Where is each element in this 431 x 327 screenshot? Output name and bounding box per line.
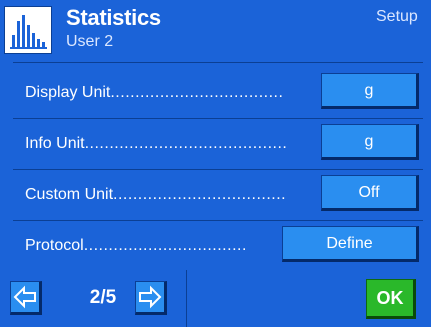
statistics-setup-screen: Statistics User 2 Setup Display Unit....… — [0, 0, 431, 327]
setting-row-info-unit: Info Unit...............................… — [0, 119, 431, 170]
custom-unit-button[interactable]: Off — [321, 175, 419, 211]
header-bar: Statistics User 2 Setup — [0, 0, 431, 60]
arrow-right-icon — [139, 285, 162, 309]
next-page-button[interactable] — [135, 281, 167, 315]
setup-label: Setup — [376, 8, 418, 25]
setting-row-display-unit: Display Unit............................… — [0, 68, 431, 119]
footer-divider — [186, 270, 187, 327]
previous-page-button[interactable] — [10, 281, 42, 315]
user-label: User 2 — [66, 33, 114, 50]
arrow-left-icon — [13, 285, 36, 309]
divider — [13, 62, 423, 63]
settings-list: Display Unit............................… — [0, 60, 431, 270]
page-indicator: 2/5 — [89, 287, 117, 308]
setting-row-custom-unit: Custom Unit.............................… — [0, 170, 431, 221]
setting-label: Display Unit............................… — [25, 84, 284, 101]
display-unit-button[interactable]: g — [321, 73, 419, 109]
setting-label: Protocol................................… — [25, 237, 247, 254]
page-title: Statistics — [66, 5, 161, 30]
statistics-bar-chart-icon — [4, 6, 52, 54]
setting-label: Custom Unit.............................… — [25, 186, 287, 203]
ok-button[interactable]: OK — [366, 279, 416, 319]
footer-bar: 2/5 OK — [0, 270, 431, 327]
info-unit-button[interactable]: g — [321, 124, 419, 160]
setting-label: Info Unit...............................… — [25, 135, 288, 152]
protocol-define-button[interactable]: Define — [282, 226, 419, 262]
setting-row-protocol: Protocol................................… — [0, 221, 431, 272]
